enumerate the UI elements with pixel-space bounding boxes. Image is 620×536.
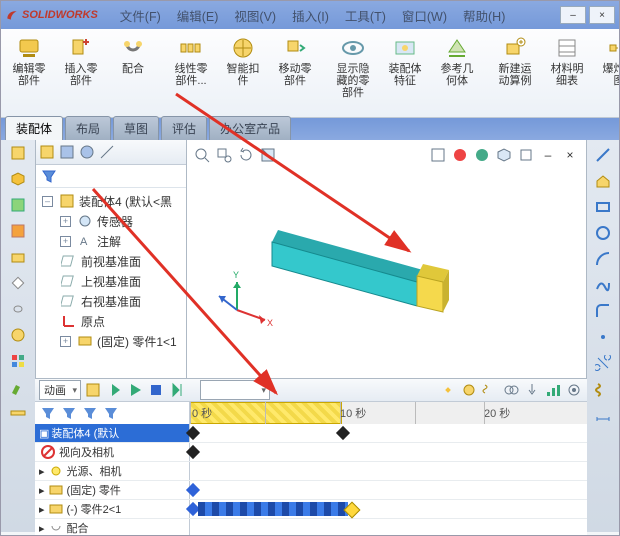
app-window: SOLIDWORKS 文件(F) 编辑(E) 视图(V) 插入(I) 工具(T)…: [0, 0, 620, 536]
callout-arrow-1: [1, 1, 620, 536]
